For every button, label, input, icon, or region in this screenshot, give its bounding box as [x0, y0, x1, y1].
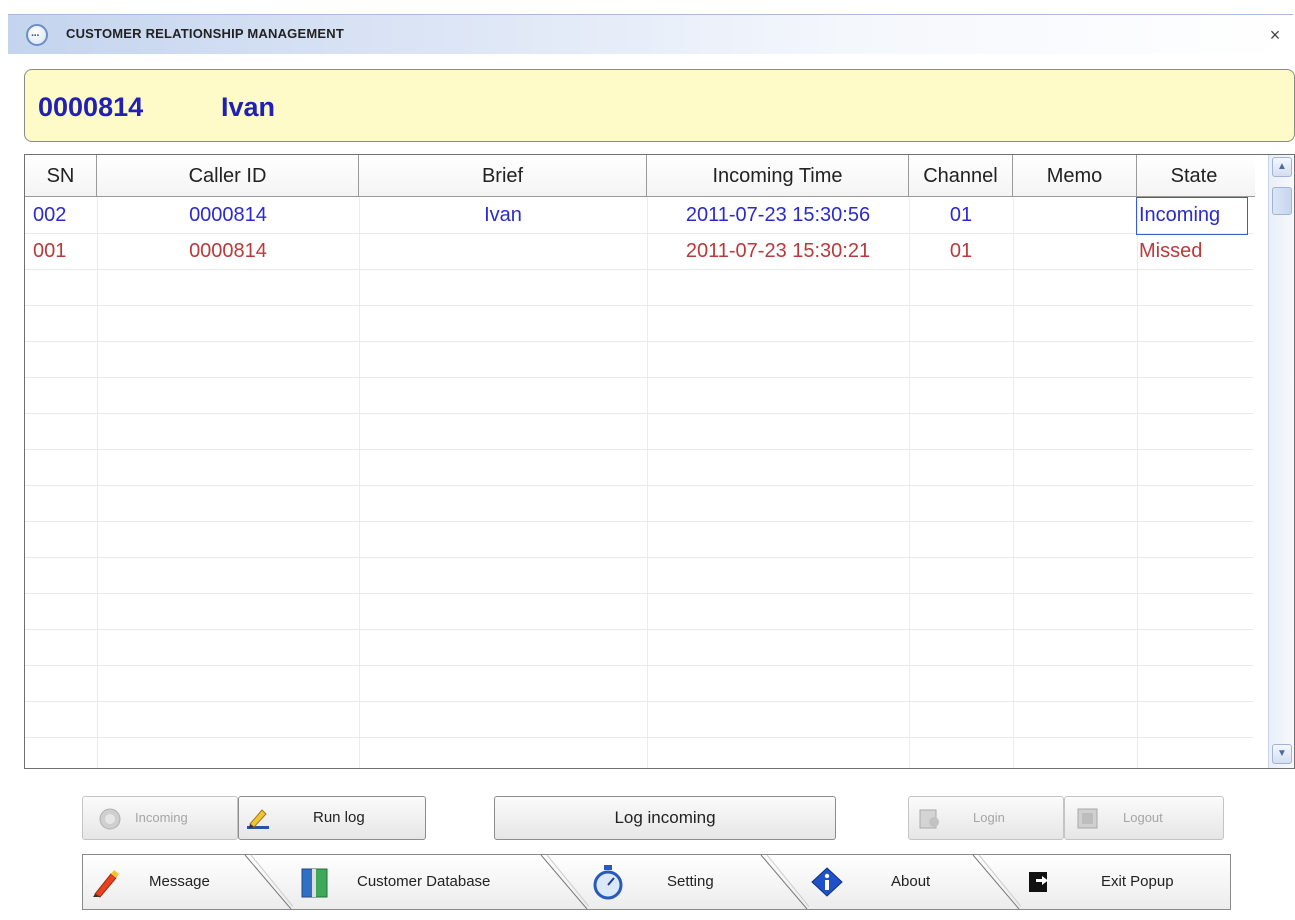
column-header-sn[interactable]: SN — [25, 155, 97, 197]
table-row[interactable]: 002 0000814 Ivan 2011-07-23 15:30:56 01 Incom… — [25, 197, 1253, 235]
column-header-memo[interactable]: Memo — [1013, 155, 1137, 197]
setting-button[interactable]: Setting — [591, 855, 761, 909]
table-row — [25, 486, 1253, 522]
cell-brief: Ivan — [484, 204, 522, 226]
customer-database-button-label: Customer Database — [357, 873, 491, 890]
cell-state: Missed — [1139, 240, 1203, 262]
cell-sn: 002 — [33, 204, 67, 226]
table-row — [25, 270, 1253, 306]
caller-banner: 0000814 Ivan — [24, 69, 1295, 142]
customer-database-button[interactable]: Customer Database — [295, 855, 543, 909]
run-log-button[interactable]: Run log — [238, 796, 426, 840]
table-row — [25, 738, 1253, 768]
about-button-label: About — [891, 873, 931, 890]
toolbar-separator — [244, 855, 293, 909]
table-row — [25, 630, 1253, 666]
cell-channel: 01 — [949, 204, 973, 226]
table-row — [25, 342, 1253, 378]
table-row — [25, 558, 1253, 594]
cell-caller-id: 0000814 — [189, 204, 267, 226]
table-row — [25, 378, 1253, 414]
table-row — [25, 702, 1253, 738]
call-log-table: SN Caller ID Brief Incoming Time Channel… — [24, 154, 1295, 769]
scroll-down-button[interactable]: ▼ — [1272, 744, 1292, 764]
cell-channel: 01 — [949, 240, 973, 262]
table-body: 002 0000814 Ivan 2011-07-23 15:30:56 01 Incom… — [25, 197, 1253, 768]
exit-door-icon — [1029, 872, 1048, 892]
column-header-brief[interactable]: Brief — [359, 155, 647, 197]
login-button-label: Login — [973, 810, 1005, 825]
info-icon — [811, 867, 843, 897]
logout-icon — [1077, 808, 1098, 829]
window-title: CUSTOMER RELATIONSHIP MANAGEMENT — [66, 26, 344, 41]
bottom-toolbar: Message Customer Database Setting About … — [82, 854, 1231, 910]
exit-popup-button-label: Exit Popup — [1101, 873, 1174, 890]
cell-brief — [359, 234, 647, 270]
cell-memo — [1013, 234, 1137, 270]
table-row — [25, 414, 1253, 450]
table-header: SN Caller ID Brief Incoming Time Channel… — [25, 155, 1255, 197]
stopwatch-icon — [593, 865, 623, 900]
pencil-log-icon — [247, 809, 269, 829]
column-header-caller-id[interactable]: Caller ID — [97, 155, 359, 197]
setting-button-label: Setting — [667, 873, 714, 890]
log-incoming-button-label: Log incoming — [614, 808, 716, 827]
scroll-thumb[interactable] — [1272, 187, 1292, 215]
run-log-button-label: Run log — [313, 809, 365, 826]
phone-icon — [99, 808, 121, 830]
cell-sn: 001 — [33, 240, 67, 262]
logout-button[interactable]: Logout — [1064, 796, 1224, 840]
cell-memo — [1013, 198, 1137, 234]
login-icon — [919, 809, 939, 829]
cell-state: Incoming — [1136, 197, 1248, 235]
exit-popup-button[interactable]: Exit Popup — [1023, 855, 1229, 909]
table-row — [25, 594, 1253, 630]
book-icon — [301, 868, 328, 898]
log-incoming-button[interactable]: Log incoming — [494, 796, 836, 840]
column-header-incoming-time[interactable]: Incoming Time — [647, 155, 909, 197]
scroll-up-button[interactable]: ▲ — [1272, 157, 1292, 177]
toolbar-separator — [540, 855, 589, 909]
message-button[interactable]: Message — [83, 855, 243, 909]
cell-time: 2011-07-23 15:30:56 — [685, 204, 871, 226]
table-row[interactable]: 001 0000814 2011-07-23 15:30:21 01 Missed — [25, 234, 1253, 270]
incoming-button[interactable]: Incoming — [82, 796, 238, 840]
column-header-channel[interactable]: Channel — [909, 155, 1013, 197]
toolbar-separator — [972, 855, 1021, 909]
table-row — [25, 666, 1253, 702]
chat-bubble-icon: ··· — [26, 24, 48, 46]
incoming-button-label: Incoming — [135, 810, 188, 825]
table-row — [25, 450, 1253, 486]
vertical-scrollbar[interactable]: ▲ ▼ — [1268, 155, 1294, 768]
title-bar: ··· CUSTOMER RELATIONSHIP MANAGEMENT × — [8, 14, 1293, 54]
caller-number: 0000814 — [38, 92, 144, 122]
column-header-state[interactable]: State — [1137, 155, 1251, 197]
close-button[interactable]: × — [1263, 23, 1287, 47]
message-button-label: Message — [149, 873, 210, 890]
pencil-icon — [93, 870, 119, 898]
table-row — [25, 522, 1253, 558]
about-button[interactable]: About — [811, 855, 971, 909]
logout-button-label: Logout — [1123, 810, 1163, 825]
toolbar-separator — [760, 855, 809, 909]
login-button[interactable]: Login — [908, 796, 1064, 840]
caller-name: Ivan — [221, 92, 276, 122]
table-row — [25, 306, 1253, 342]
cell-caller-id: 0000814 — [189, 240, 267, 262]
cell-time: 2011-07-23 15:30:21 — [685, 240, 871, 262]
